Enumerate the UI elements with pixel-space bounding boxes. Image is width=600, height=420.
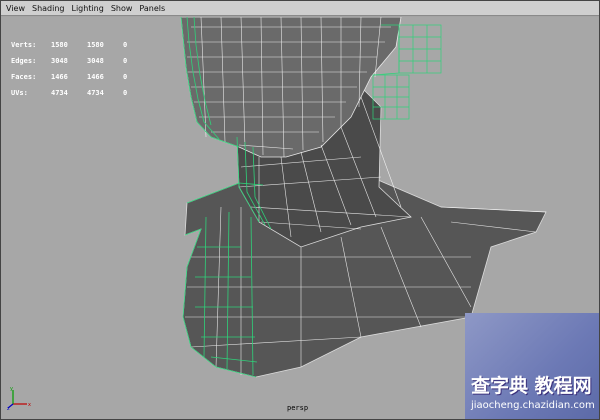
svg-text:y: y	[10, 386, 13, 392]
hud-value: 0	[123, 89, 128, 97]
menu-shading[interactable]: Shading	[32, 4, 65, 13]
hud-row-faces: Faces: 1466 1466 0	[11, 69, 133, 85]
hud-value: 3048	[51, 57, 68, 65]
hud-row-uvs: UVs: 4734 4734 0	[11, 85, 133, 101]
hud-value: 4734	[87, 89, 104, 97]
hud-label: Faces:	[11, 73, 37, 81]
hud-value: 0	[123, 57, 128, 65]
site-watermark: 查字典 教程网 jiaocheng.chazidian.com	[465, 313, 599, 419]
hud-row-verts: Verts: 1580 1580 0	[11, 37, 133, 53]
svg-text:x: x	[28, 402, 31, 408]
hud-label: Verts:	[11, 41, 37, 49]
hud-value: 3048	[87, 57, 104, 65]
hud-value: 0	[123, 73, 128, 81]
perspective-viewport[interactable]: Verts: 1580 1580 0 Edges: 3048 3048 0 Fa…	[1, 17, 599, 419]
hud-label: Edges:	[11, 57, 37, 65]
hud-value: 4734	[51, 89, 68, 97]
menu-lighting[interactable]: Lighting	[71, 4, 103, 13]
hud-label: UVs:	[11, 89, 28, 97]
svg-text:z: z	[7, 406, 10, 410]
menu-panels[interactable]: Panels	[139, 4, 165, 13]
panel-menu-bar: View Shading Lighting Show Panels	[1, 1, 599, 16]
menu-show[interactable]: Show	[111, 4, 133, 13]
menu-view[interactable]: View	[6, 4, 25, 13]
maya-viewport-window: View Shading Lighting Show Panels Verts:…	[0, 0, 600, 420]
camera-name-label: persp	[287, 404, 309, 412]
hud-value: 1466	[87, 73, 104, 81]
poly-count-hud: Verts: 1580 1580 0 Edges: 3048 3048 0 Fa…	[11, 37, 133, 101]
hud-value: 1580	[51, 41, 68, 49]
hud-row-edges: Edges: 3048 3048 0	[11, 53, 133, 69]
hud-value: 1580	[87, 41, 104, 49]
hud-value: 1466	[51, 73, 68, 81]
axis-gizmo-icon: x y z	[7, 386, 31, 410]
watermark-title: 查字典 教程网	[471, 375, 592, 397]
hud-value: 0	[123, 41, 128, 49]
watermark-url: jiaocheng.chazidian.com	[471, 400, 595, 411]
